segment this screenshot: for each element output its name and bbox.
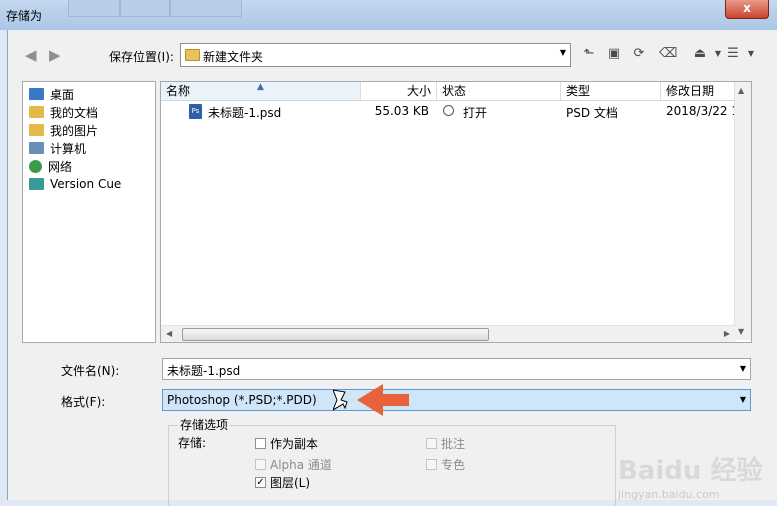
file-size: 55.03 KB [374, 104, 429, 118]
title-bar: 存储为 x [0, 0, 777, 30]
new-folder-icon[interactable]: ▣ [606, 46, 622, 62]
chevron-down-icon[interactable]: ▼ [710, 46, 726, 62]
psd-file-icon: Ps [189, 104, 202, 119]
as-copy-checkbox[interactable]: 作为副本 [255, 435, 318, 452]
back-icon[interactable]: ◀ [25, 46, 37, 64]
filename-value: 未标题-1.psd [167, 364, 241, 378]
window-title: 存储为 [6, 9, 43, 23]
background-tab [170, 0, 242, 17]
place-network[interactable]: 网络 [29, 158, 72, 174]
watermark-url: jingyan.baidu.com [618, 488, 720, 501]
arrow-shape [357, 384, 409, 416]
notes-checkbox: 批注 [426, 435, 465, 452]
checkbox-box [255, 459, 266, 470]
format-select[interactable]: Photoshop (*.PSD;*.PDD) ▼ [162, 389, 751, 411]
documents-icon [29, 106, 44, 118]
file-name: 未标题-1.psd [208, 106, 282, 120]
refresh-icon[interactable]: ⟳ [631, 46, 647, 62]
column-status[interactable]: 状态 [437, 82, 561, 100]
file-modified: 2018/3/22 11 [666, 104, 734, 118]
place-pictures[interactable]: 我的图片 [29, 122, 98, 138]
place-label: 我的图片 [50, 123, 99, 138]
chevron-down-icon[interactable]: ▼ [740, 395, 746, 404]
chevron-down-icon[interactable]: ▼ [740, 364, 746, 373]
desktop-icon [29, 88, 44, 100]
file-list: ▲ 名称 大小 状态 类型 修改日期 Ps 未标题-1.psd 55.03 KB… [160, 81, 752, 343]
format-value: Photoshop (*.PSD;*.PDD) [167, 393, 317, 407]
open-status-icon [443, 105, 454, 116]
location-combo[interactable]: 新建文件夹 ▼ [180, 43, 571, 67]
vertical-scrollbar[interactable]: ▲ ▼ [734, 82, 751, 340]
location-toolbar: ◀ ▶ 保存位置(I): 新建文件夹 ▼ ⬑ ▣ ⟳ ⌫ ⏏ ▼ ☰ ▼ [8, 42, 777, 68]
save-options-group [168, 425, 616, 506]
computer-icon [29, 142, 44, 154]
scroll-down-icon[interactable]: ▼ [738, 327, 744, 336]
delete-icon[interactable]: ⌫ [659, 46, 677, 62]
spot-color-checkbox: 专色 [426, 456, 465, 473]
filename-label: 文件名(N): [61, 364, 120, 378]
places-sidebar: 桌面 我的文档 我的图片 计算机 网络 Version Cue [22, 81, 156, 343]
save-options-title: 存储选项 [178, 416, 231, 433]
place-documents[interactable]: 我的文档 [29, 104, 98, 120]
checkbox-box[interactable] [255, 438, 266, 449]
place-label: 桌面 [50, 87, 75, 102]
network-icon [29, 159, 42, 173]
dialog-body: ◀ ▶ 保存位置(I): 新建文件夹 ▼ ⬑ ▣ ⟳ ⌫ ⏏ ▼ ☰ ▼ 桌面 … [7, 30, 777, 506]
filename-field[interactable]: 未标题-1.psd ▼ [162, 358, 751, 380]
up-folder-icon[interactable]: ⬑ [581, 46, 597, 62]
sort-ascending-icon: ▲ [257, 82, 264, 92]
file-list-header: ▲ 名称 大小 状态 类型 修改日期 [161, 82, 735, 101]
column-name[interactable]: ▲ 名称 [161, 82, 361, 100]
format-label: 格式(F): [61, 395, 106, 409]
table-row[interactable]: Ps 未标题-1.psd 55.03 KB 打开 PSD 文档 2018/3/2… [161, 101, 735, 123]
location-value: 新建文件夹 [203, 50, 264, 64]
scrollbar-thumb[interactable] [182, 328, 489, 341]
pictures-icon [29, 124, 44, 136]
location-label: 保存位置(I): [109, 50, 174, 64]
place-label: 计算机 [50, 141, 87, 156]
mouse-cursor-icon [333, 389, 348, 411]
annotation-arrow-icon [333, 384, 409, 416]
forward-icon[interactable]: ▶ [49, 46, 61, 64]
version-cue-icon [29, 178, 44, 190]
checkmark-icon[interactable]: ✓ [255, 477, 266, 488]
scroll-up-icon[interactable]: ▲ [738, 86, 744, 95]
place-computer[interactable]: 计算机 [29, 140, 86, 156]
scroll-left-icon[interactable]: ◀ [166, 329, 172, 338]
view-menu-icon[interactable]: ☰ [725, 46, 741, 62]
chevron-down-icon[interactable]: ▼ [743, 46, 759, 62]
store-label: 存储: [178, 436, 207, 450]
file-type: PSD 文档 [566, 106, 618, 120]
folder-icon [185, 49, 200, 61]
column-modified[interactable]: 修改日期 [661, 82, 735, 100]
watermark-logo: Baidu 经验 [618, 456, 763, 486]
column-type[interactable]: 类型 [561, 82, 661, 100]
horizontal-scrollbar[interactable]: ◀ ▶ [161, 325, 735, 342]
file-status: 打开 [463, 106, 488, 120]
checkbox-box [426, 459, 437, 470]
alpha-channel-checkbox: Alpha 通道 [255, 456, 332, 473]
close-button[interactable]: x [725, 0, 769, 19]
drive-icon[interactable]: ⏏ [692, 46, 708, 62]
place-label: 我的文档 [50, 105, 99, 120]
place-label: Version Cue [50, 177, 122, 191]
checkbox-box [426, 438, 437, 449]
scroll-right-icon[interactable]: ▶ [724, 329, 730, 338]
place-desktop[interactable]: 桌面 [29, 86, 74, 102]
background-tab [68, 0, 120, 17]
place-version-cue[interactable]: Version Cue [29, 176, 121, 192]
chevron-down-icon: ▼ [559, 48, 566, 57]
place-label: 网络 [48, 159, 73, 174]
layers-checkbox[interactable]: ✓ 图层(L) [255, 474, 310, 491]
background-tab [120, 0, 170, 17]
column-size[interactable]: 大小 [361, 82, 437, 100]
